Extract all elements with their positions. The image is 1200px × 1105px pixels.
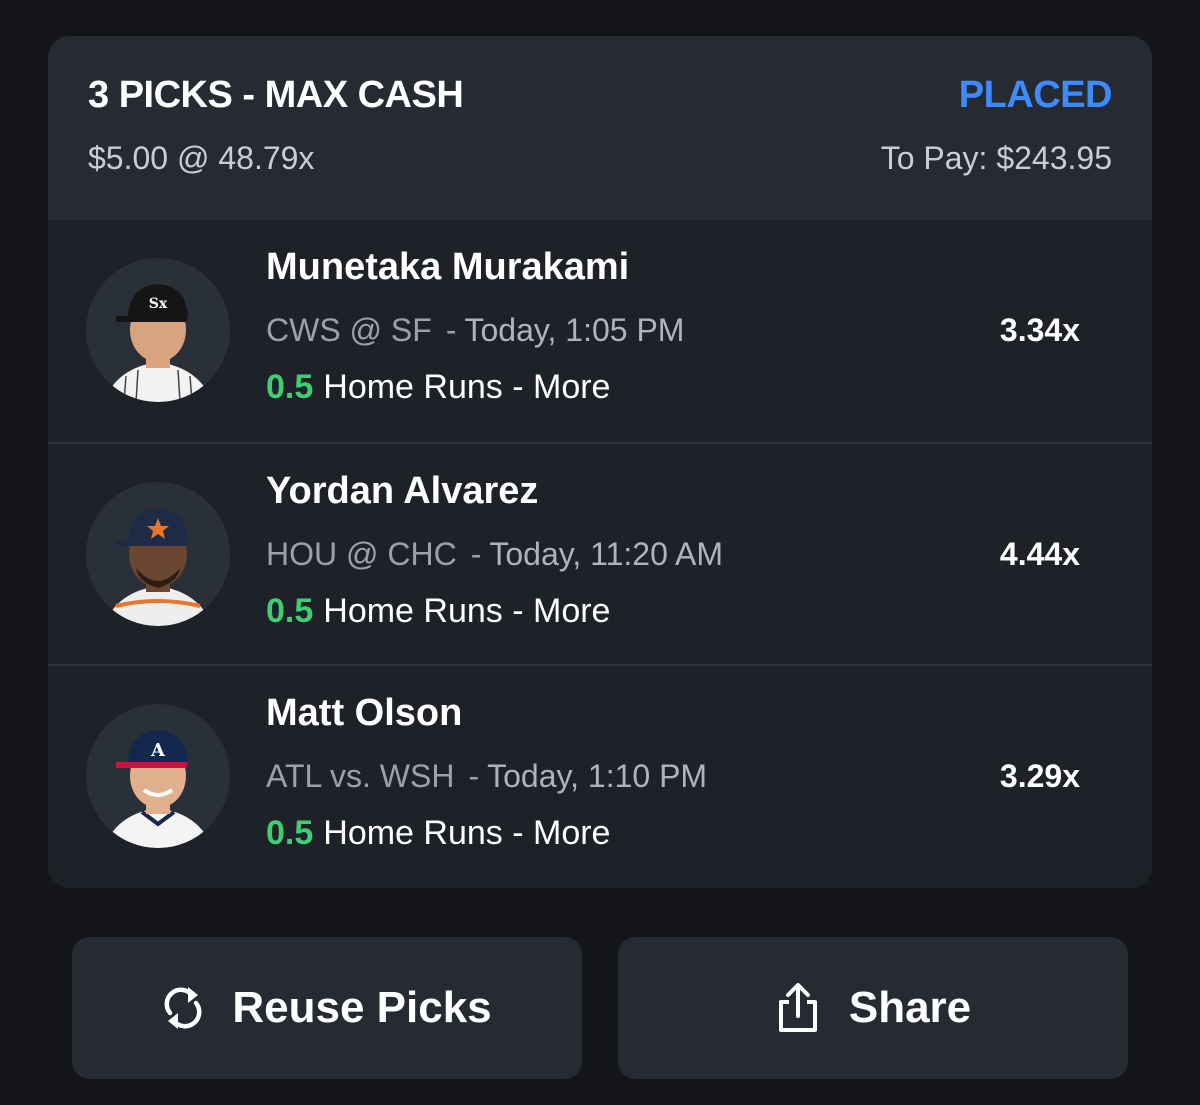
entry-header: 3 PICKS - MAX CASH PLACED $5.00 @ 48.79x…: [48, 36, 1152, 220]
line-value: 0.5: [266, 814, 314, 852]
matchup: CWS @ SF: [266, 312, 432, 348]
game-info: HOU @ CHC - Today, 11:20 AM: [266, 536, 723, 573]
game-time: Today, 1:05 PM: [464, 312, 685, 348]
status-badge: PLACED: [958, 74, 1113, 116]
matchup: ATL vs. WSH: [266, 758, 455, 794]
entry-title: 3 PICKS - MAX CASH: [88, 74, 464, 116]
separator: -: [468, 758, 480, 794]
svg-text:A: A: [150, 740, 166, 761]
svg-text:Sx: Sx: [149, 296, 168, 312]
player-name: Munetaka Murakami: [266, 246, 630, 288]
reuse-picks-label: Reuse Picks: [232, 983, 492, 1032]
line-value: 0.5: [266, 592, 314, 630]
player-name: Yordan Alvarez: [266, 470, 539, 512]
player-avatar: Sx: [86, 258, 230, 402]
pick-row[interactable]: Yordan Alvarez HOU @ CHC - Today, 11:20 AM…: [48, 442, 1152, 666]
player-avatar: A: [86, 704, 230, 848]
share-label: Share: [848, 983, 972, 1032]
game-info: ATL vs. WSH - Today, 1:10 PM: [266, 758, 707, 795]
entry-wager: $5.00 @ 48.79x: [88, 140, 315, 176]
player-avatar: [86, 482, 230, 626]
player-name: Matt Olson: [266, 692, 463, 734]
game-time: Today, 11:20 AM: [489, 536, 723, 572]
matchup: HOU @ CHC: [266, 536, 457, 572]
game-time: Today, 1:10 PM: [487, 758, 708, 794]
prop-line: 0.5 Home Runs - More: [266, 592, 610, 631]
stat-label: Home Runs - More: [323, 368, 611, 406]
pick-row[interactable]: A Matt Olson ATL vs. WSH - Today, 1:10 PM …: [48, 664, 1152, 888]
entry-card[interactable]: 3 PICKS - MAX CASH PLACED $5.00 @ 48.79x…: [48, 36, 1152, 888]
multiplier: 3.29x: [999, 758, 1080, 794]
separator: -: [445, 312, 457, 348]
line-value: 0.5: [266, 368, 314, 406]
separator: -: [470, 536, 482, 572]
multiplier: 4.44x: [999, 536, 1080, 572]
share-icon: [775, 982, 821, 1034]
stat-label: Home Runs - More: [323, 814, 611, 852]
prop-line: 0.5 Home Runs - More: [266, 814, 610, 853]
multiplier: 3.34x: [999, 312, 1080, 348]
prop-line: 0.5 Home Runs - More: [266, 368, 610, 407]
entry-payout: To Pay: $243.95: [880, 140, 1112, 176]
pick-row[interactable]: Sx Munetaka Murakami CWS @ SF - Today, 1:0…: [48, 220, 1152, 442]
stat-label: Home Runs - More: [323, 592, 611, 630]
game-info: CWS @ SF - Today, 1:05 PM: [266, 312, 684, 349]
refresh-icon: [162, 983, 204, 1033]
share-button[interactable]: Share: [618, 937, 1128, 1079]
reuse-picks-button[interactable]: Reuse Picks: [72, 937, 582, 1079]
